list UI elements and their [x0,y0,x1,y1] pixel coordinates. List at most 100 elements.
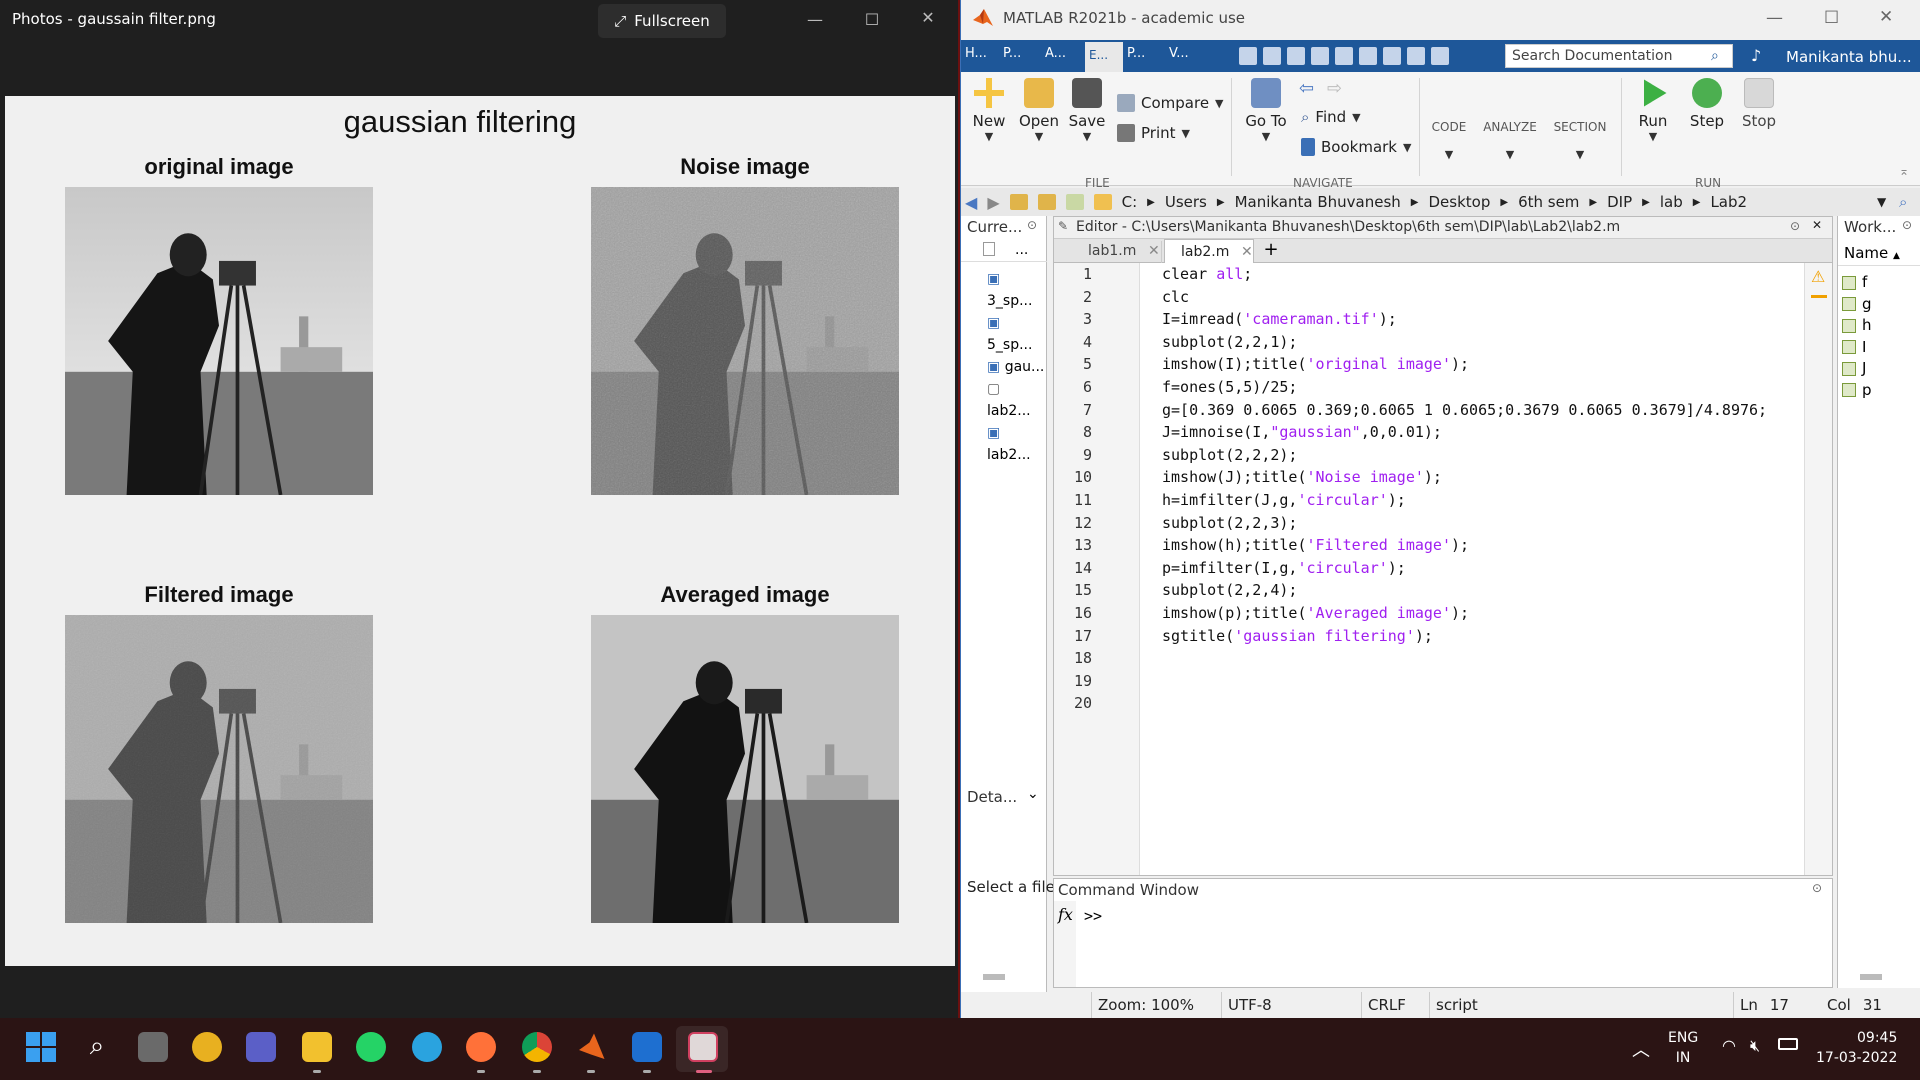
tab-view[interactable]: V... [1169,46,1189,61]
list-item[interactable]: ▢ lab2... [987,378,1046,422]
redo-icon[interactable] [1359,47,1377,65]
clock[interactable]: 09:45 17-03-2022 [1816,1028,1897,1068]
whatsapp-icon[interactable] [356,1032,386,1062]
open-button[interactable]: Open ▼ [1017,78,1061,143]
tab-lab2[interactable]: lab2.m ✕ [1164,239,1254,263]
save-button[interactable]: Save ▼ [1067,78,1107,143]
firefox-icon[interactable] [466,1032,496,1062]
code-line[interactable]: imshow(p);title('Averaged image'); [1162,602,1802,625]
workspace-variable[interactable]: J [1842,358,1872,380]
code-line[interactable]: f=ones(5,5)/25; [1162,376,1802,399]
column-header[interactable]: Name ▲ [1838,240,1920,266]
scrollbar[interactable] [1860,974,1882,980]
minimize-icon[interactable]: — [795,10,835,29]
code-line[interactable]: subplot(2,2,2); [1162,444,1802,467]
close-editor-icon[interactable]: ✕ [1812,218,1822,232]
code-line[interactable]: imshow(I);title('original image'); [1162,353,1802,376]
path-dropdown-icon[interactable]: ▼ [1877,195,1886,209]
close-tab-icon[interactable]: ✕ [1241,244,1253,260]
paste-icon[interactable] [1311,47,1329,65]
tab-apps[interactable]: A... [1045,46,1066,61]
step-button[interactable]: Step [1685,78,1729,130]
widgets-icon[interactable] [192,1032,222,1062]
workspace-variable[interactable]: I [1842,337,1872,359]
collapse-ribbon-icon[interactable]: ⌅ [1899,164,1909,178]
up-folder-icon[interactable] [1009,194,1028,210]
more-icon[interactable] [1431,47,1449,65]
tab-home[interactable]: H... [965,46,987,61]
maximize-icon[interactable]: ☐ [852,10,892,29]
list-item[interactable]: ▣ 5_sp... [987,312,1046,356]
forward-icon[interactable]: ▶ [987,193,999,212]
undo-icon[interactable] [1335,47,1353,65]
save-icon[interactable] [1239,47,1257,65]
browse-folder-icon[interactable] [1037,194,1056,210]
help-icon[interactable] [1407,47,1425,65]
code-line[interactable]: sgtitle('gaussian filtering'); [1162,625,1802,648]
path-dip[interactable]: DIP [1607,193,1632,211]
notification-bell-icon[interactable]: ♪ [1751,46,1761,65]
code-line[interactable]: subplot(2,2,4); [1162,579,1802,602]
workspace-variable[interactable]: f [1842,272,1872,294]
code-section-button[interactable]: CODE ▼ [1425,120,1473,161]
code-line[interactable]: g=[0.369 0.6065 0.369;0.6065 1 0.6065;0.… [1162,399,1802,422]
path-desktop[interactable]: Desktop [1428,193,1490,211]
back-arrow-icon[interactable]: ⇦ [1299,78,1314,99]
code-line[interactable]: p=imfilter(I,g,'circular'); [1162,557,1802,580]
warning-icon[interactable]: ⚠ [1811,267,1825,286]
workspace-variable[interactable]: h [1842,315,1872,337]
snipping-tool-icon[interactable] [688,1032,718,1062]
code-line[interactable] [1162,692,1802,715]
tab-lab1[interactable]: lab1.m ✕ [1072,241,1162,263]
copy-icon[interactable] [1287,47,1305,65]
find-button[interactable]: ⌕ Find ▼ [1301,108,1361,126]
code-line[interactable] [1162,670,1802,693]
code-line[interactable]: imshow(J);title('Noise image'); [1162,466,1802,489]
telegram-icon[interactable] [412,1032,442,1062]
user-account-menu[interactable]: Manikanta bhu... [1786,48,1912,66]
code-line[interactable]: I=imread('cameraman.tif'); [1162,308,1802,331]
tab-publish[interactable]: P... [1127,46,1145,61]
code-line[interactable]: subplot(2,2,1); [1162,331,1802,354]
path-lab2[interactable]: Lab2 [1710,193,1747,211]
chevron-down-icon[interactable]: ⌄ [1027,786,1039,802]
panel-menu-icon[interactable]: ⊙ [1812,881,1822,895]
fx-icon[interactable]: fx [1058,905,1073,924]
path-6th-sem[interactable]: 6th sem [1518,193,1579,211]
list-item[interactable]: ▣ 3_sp... [987,268,1046,312]
path-users[interactable]: Users [1165,193,1207,211]
maximize-icon[interactable]: ☐ [1824,8,1839,28]
close-tab-icon[interactable]: ✕ [1148,243,1160,259]
battery-icon[interactable] [1778,1038,1798,1050]
goto-button[interactable]: Go To ▼ [1241,78,1291,143]
path-lab[interactable]: lab [1660,193,1683,211]
code-line[interactable]: h=imfilter(J,g,'circular'); [1162,489,1802,512]
workspace-variable[interactable]: p [1842,380,1872,402]
matlab-icon[interactable] [579,1033,605,1059]
close-icon[interactable]: ✕ [1879,7,1893,27]
section-section-button[interactable]: SECTION ▼ [1547,120,1613,161]
code-line[interactable]: imshow(h);title('Filtered image'); [1162,534,1802,557]
code-line[interactable]: clc [1162,286,1802,309]
code-line[interactable]: J=imnoise(I,"gaussian",0,0.01); [1162,421,1802,444]
panel-menu-icon[interactable]: ⊙ [1902,218,1912,232]
windows-start-icon[interactable] [26,1032,56,1062]
volume-muted-icon[interactable]: 🔇︎ [1750,1036,1760,1056]
bookmark-button[interactable]: Bookmark ▼ [1301,138,1411,156]
workspace-variable[interactable]: g [1842,294,1872,316]
search-icon[interactable]: ⌕ [1711,48,1719,64]
teams-chat-icon[interactable] [246,1032,276,1062]
command-prompt[interactable]: >> [1084,907,1102,925]
panel-menu-icon[interactable]: ⊙ [1790,219,1800,233]
search-icon[interactable]: ⌕ [82,1032,112,1062]
scrollbar[interactable] [983,974,1005,980]
code-line[interactable]: subplot(2,2,3); [1162,512,1802,535]
minimize-icon[interactable]: — [1766,8,1783,28]
list-item[interactable]: ▣ lab2... [987,422,1046,466]
folder-tools-icon[interactable] [1065,194,1084,210]
path-user-folder[interactable]: Manikanta Bhuvanesh [1235,193,1401,211]
forward-arrow-icon[interactable]: ⇨ [1327,78,1342,99]
wifi-icon[interactable]: ◠ [1722,1036,1736,1055]
column-name[interactable]: ... [1015,242,1028,258]
compare-button[interactable]: Compare ▼ [1117,94,1224,112]
